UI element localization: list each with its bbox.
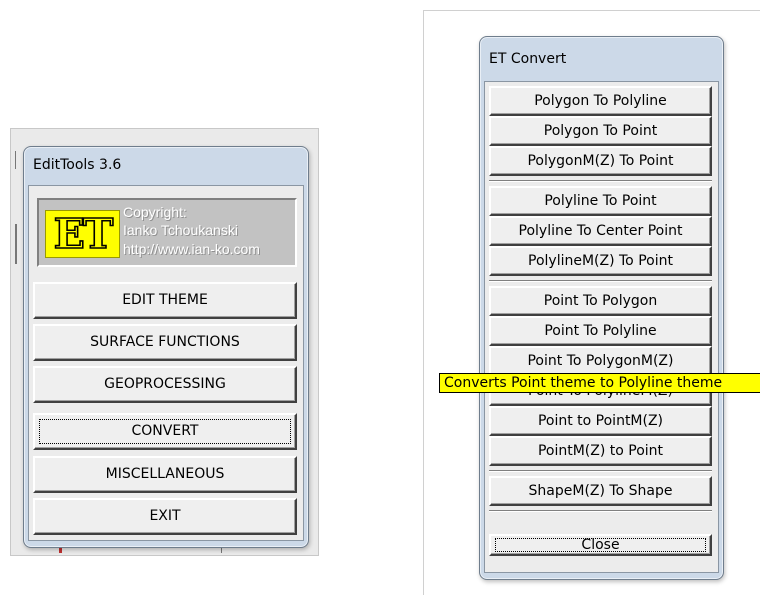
logo-author: Ianko Tchoukanski: [123, 222, 238, 238]
background-line: [15, 151, 16, 169]
button-label: Point To Polygon: [543, 293, 658, 309]
edittools-window: EditTools 3.6 ET Copyright: Ianko Tchouk…: [23, 146, 309, 548]
separator: [489, 180, 712, 182]
polyline-to-point-button[interactable]: Polyline To Point: [489, 186, 712, 216]
separator: [489, 280, 712, 282]
button-label: Polyline To Center Point: [518, 223, 683, 239]
point-to-polyline-button[interactable]: Point To Polyline: [489, 316, 712, 346]
button-label: MISCELLANEOUS: [105, 466, 225, 482]
logo-copyright: Copyright:: [123, 204, 187, 220]
exit-button[interactable]: EXIT: [33, 498, 297, 535]
button-label: PolylineM(Z) To Point: [528, 253, 673, 269]
convert-button[interactable]: CONVERT: [33, 413, 297, 450]
polygonmz-to-point-button[interactable]: PolygonM(Z) To Point: [489, 146, 712, 176]
tooltip: Converts Point theme to Polyline theme: [439, 373, 760, 393]
button-label: Point To PolygonM(Z): [527, 353, 674, 369]
window-title: ET Convert: [489, 51, 567, 67]
pointmz-to-point-button[interactable]: PointM(Z) to Point: [489, 436, 712, 466]
point-to-pointmz-button[interactable]: Point to PointM(Z): [489, 406, 712, 436]
close-button[interactable]: Close: [489, 534, 712, 556]
button-label: Point To Polyline: [544, 323, 657, 339]
button-label: GEOPROCESSING: [104, 376, 226, 392]
polygon-to-point-button[interactable]: Polygon To Point: [489, 116, 712, 146]
button-label: PointM(Z) to Point: [537, 443, 664, 459]
et-convert-window: ET Convert Polygon To Polyline Polygon T…: [479, 36, 724, 580]
button-label: Polyline To Point: [544, 193, 657, 209]
polyline-to-center-point-button[interactable]: Polyline To Center Point: [489, 216, 712, 246]
polylinemz-to-point-button[interactable]: PolylineM(Z) To Point: [489, 246, 712, 276]
edittools-client-area: ET Copyright: Ianko Tchoukanski http://w…: [28, 185, 304, 541]
button-label: Polygon To Point: [543, 123, 658, 139]
button-label: Polygon To Polyline: [534, 93, 667, 109]
geoprocessing-button[interactable]: GEOPROCESSING: [33, 366, 297, 403]
button-label: SURFACE FUNCTIONS: [90, 334, 240, 350]
separator: [489, 510, 712, 512]
background-line: [15, 224, 17, 264]
surface-functions-button[interactable]: SURFACE FUNCTIONS: [33, 324, 297, 361]
focus-rectangle: [495, 538, 706, 552]
button-label: EDIT THEME: [122, 292, 208, 308]
button-label: Point to PointM(Z): [537, 413, 664, 429]
button-label: PolygonM(Z) To Point: [527, 153, 674, 169]
button-label: ShapeM(Z) To Shape: [528, 483, 673, 499]
et-convert-client-area: Polygon To Polyline Polygon To Point Pol…: [484, 81, 719, 573]
focus-rectangle: [39, 419, 291, 444]
logo-url: http://www.ian-ko.com: [123, 241, 260, 257]
miscellaneous-button[interactable]: MISCELLANEOUS: [33, 456, 297, 493]
window-title: EditTools 3.6: [33, 157, 122, 173]
polygon-to-polyline-button[interactable]: Polygon To Polyline: [489, 86, 712, 116]
shapemz-to-shape-button[interactable]: ShapeM(Z) To Shape: [489, 476, 712, 506]
et-logo: ET: [45, 210, 120, 258]
edit-theme-button[interactable]: EDIT THEME: [33, 282, 297, 319]
separator: [489, 470, 712, 472]
logo-panel: ET Copyright: Ianko Tchoukanski http://w…: [37, 198, 297, 267]
point-to-polygon-button[interactable]: Point To Polygon: [489, 286, 712, 316]
point-to-polygonmz-button[interactable]: Point To PolygonM(Z): [489, 346, 712, 376]
button-label: EXIT: [149, 508, 181, 524]
